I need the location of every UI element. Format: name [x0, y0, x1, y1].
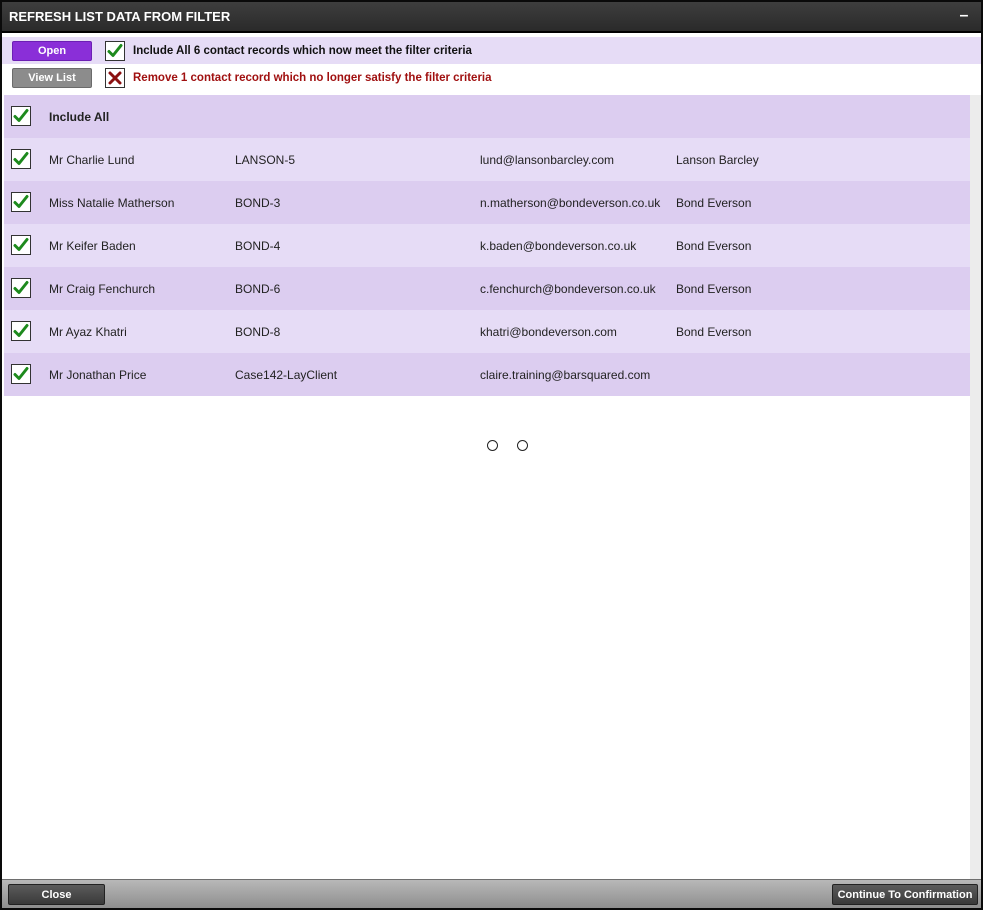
include-all-records-checkbox[interactable]	[105, 41, 125, 61]
include-all-row: Include All	[4, 95, 970, 138]
continue-to-confirmation-button[interactable]: Continue To Confirmation	[832, 884, 978, 905]
row-checkbox[interactable]	[11, 321, 31, 341]
contact-company: Bond Everson	[676, 325, 752, 339]
contact-company: Bond Everson	[676, 282, 752, 296]
contact-ref: BOND-3	[235, 196, 281, 210]
table-row[interactable]: Miss Natalie Matherson BOND-3 n.matherso…	[4, 181, 970, 224]
contact-email: c.fenchurch@bondeverson.co.uk	[480, 282, 656, 296]
contact-list: Include All Mr Charlie Lund LANSON-5 lun…	[4, 95, 970, 396]
contact-ref: LANSON-5	[235, 153, 296, 167]
checkmark-icon	[13, 367, 29, 380]
dialog-footer: Close Continue To Confirmation	[2, 879, 981, 908]
contact-company: Bond Everson	[676, 239, 752, 253]
contact-name: Mr Jonathan Price	[49, 368, 147, 382]
contact-email: lund@lansonbarcley.com	[480, 153, 615, 167]
contact-email: n.matherson@bondeverson.co.uk	[480, 196, 661, 210]
checkmark-icon	[13, 324, 29, 337]
close-button[interactable]: Close	[8, 884, 105, 905]
table-row[interactable]: Mr Keifer Baden BOND-4 k.baden@bondevers…	[4, 224, 970, 267]
loading-dot-icon	[517, 440, 528, 451]
remove-option-label: Remove 1 contact record which no longer …	[133, 72, 492, 84]
checkmark-icon	[13, 152, 29, 165]
table-row[interactable]: Mr Ayaz Khatri BOND-8 khatri@bondeverson…	[4, 310, 970, 353]
contact-ref: BOND-6	[235, 282, 281, 296]
table-row[interactable]: Mr Charlie Lund LANSON-5 lund@lansonbarc…	[4, 138, 970, 181]
loading-dot-icon	[487, 440, 498, 451]
contact-name: Mr Charlie Lund	[49, 153, 135, 167]
open-button[interactable]: Open	[12, 41, 92, 61]
contact-email: claire.training@barsquared.com	[480, 368, 651, 382]
checkmark-icon	[13, 238, 29, 251]
view-list-button[interactable]: View List	[12, 68, 92, 88]
table-row[interactable]: Mr Jonathan Price Case142-LayClient clai…	[4, 353, 970, 396]
dialog-title: REFRESH LIST DATA FROM FILTER	[9, 9, 231, 24]
include-all-checkbox[interactable]	[11, 106, 31, 126]
minimize-icon[interactable]: –	[957, 8, 971, 24]
row-checkbox[interactable]	[11, 278, 31, 298]
contact-ref: BOND-4	[235, 239, 281, 253]
checkmark-icon	[13, 281, 29, 294]
row-checkbox[interactable]	[11, 192, 31, 212]
contact-name: Mr Keifer Baden	[49, 239, 136, 253]
checkmark-icon	[13, 109, 29, 122]
row-checkbox[interactable]	[11, 235, 31, 255]
contact-ref: BOND-8	[235, 325, 281, 339]
contact-name: Mr Craig Fenchurch	[49, 282, 156, 296]
dialog-titlebar: REFRESH LIST DATA FROM FILTER –	[2, 2, 981, 33]
contact-company: Bond Everson	[676, 196, 752, 210]
cross-icon	[108, 71, 122, 85]
contact-name: Miss Natalie Matherson	[49, 196, 175, 210]
refresh-list-dialog: REFRESH LIST DATA FROM FILTER – Open Inc…	[0, 0, 983, 910]
row-checkbox[interactable]	[11, 364, 31, 384]
row-checkbox[interactable]	[11, 149, 31, 169]
contact-email: khatri@bondeverson.com	[480, 325, 617, 339]
table-row[interactable]: Mr Craig Fenchurch BOND-6 c.fenchurch@bo…	[4, 267, 970, 310]
list-scrollbar[interactable]	[970, 95, 981, 879]
include-all-label: Include All	[49, 110, 110, 124]
checkmark-icon	[107, 44, 123, 57]
contact-ref: Case142-LayClient	[235, 368, 338, 382]
remove-option-row: View List Remove 1 contact record which …	[2, 65, 981, 92]
include-option-label: Include All 6 contact records which now …	[133, 45, 472, 57]
contact-name: Mr Ayaz Khatri	[49, 325, 127, 339]
checkmark-icon	[13, 195, 29, 208]
contact-email: k.baden@bondeverson.co.uk	[480, 239, 637, 253]
contact-company: Lanson Barcley	[676, 153, 759, 167]
include-option-row: Open Include All 6 contact records which…	[2, 37, 981, 64]
remove-records-checkbox[interactable]	[105, 68, 125, 88]
